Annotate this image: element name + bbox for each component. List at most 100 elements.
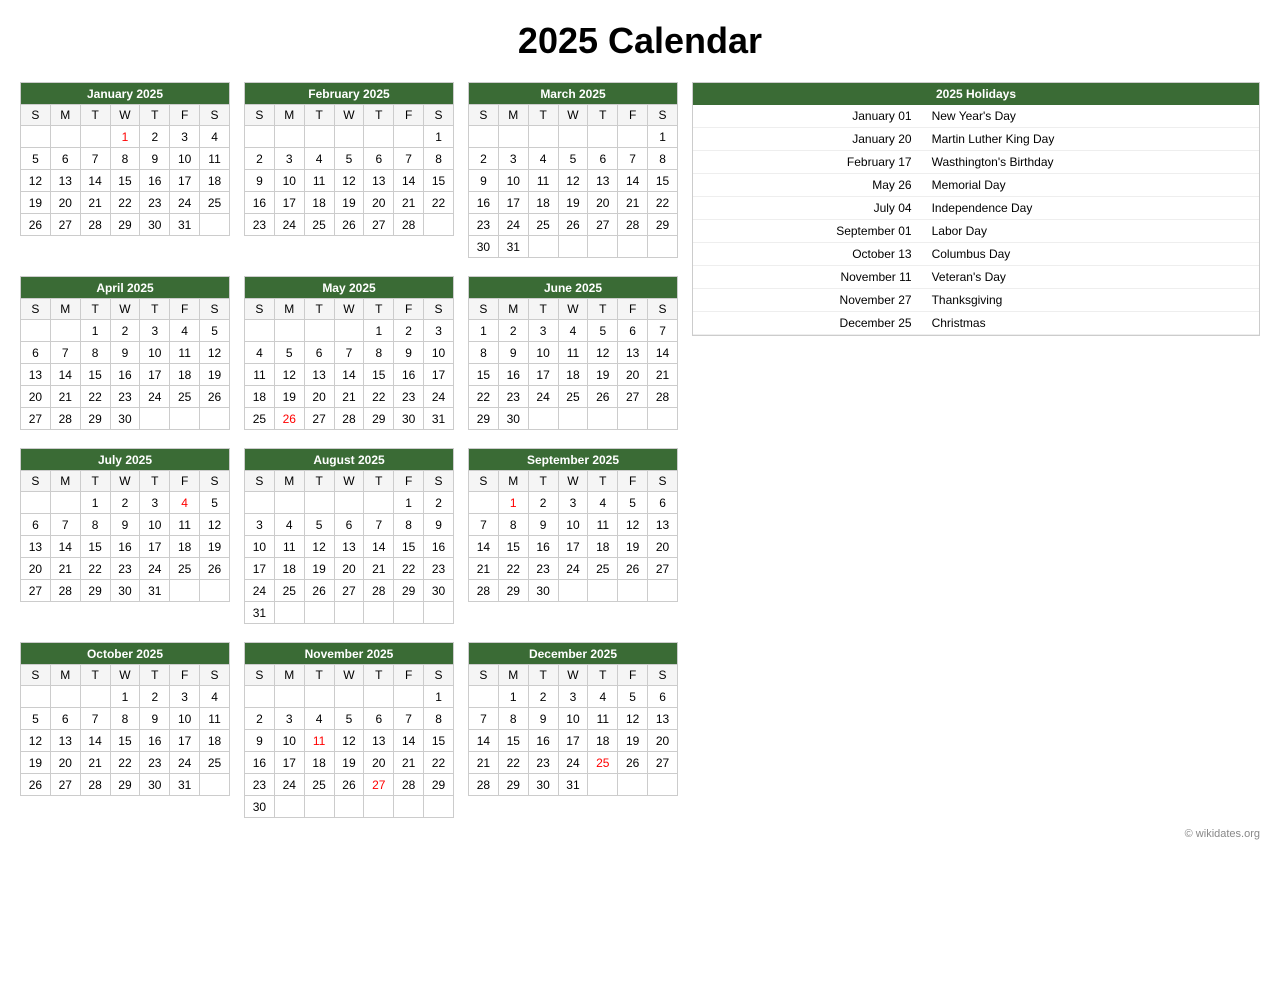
day-header: T — [304, 665, 334, 686]
date-cell: 22 — [498, 752, 528, 774]
date-cell: 20 — [21, 558, 51, 580]
date-cell: 6 — [50, 148, 80, 170]
month-header: December 2025 — [469, 643, 678, 665]
date-cell: 10 — [170, 708, 200, 730]
date-cell — [394, 796, 424, 818]
date-cell: 26 — [618, 752, 648, 774]
date-cell: 4 — [200, 126, 230, 148]
date-cell — [50, 320, 80, 342]
date-cell: 24 — [140, 386, 170, 408]
date-cell: 11 — [170, 342, 200, 364]
date-cell: 19 — [21, 752, 51, 774]
date-cell: 22 — [424, 192, 454, 214]
date-cell: 7 — [50, 342, 80, 364]
date-cell: 12 — [21, 730, 51, 752]
date-cell: 16 — [528, 536, 558, 558]
date-cell: 27 — [304, 408, 334, 430]
date-cell: 25 — [245, 408, 275, 430]
day-header: W — [110, 105, 140, 126]
date-cell: 28 — [334, 408, 364, 430]
date-cell: 18 — [245, 386, 275, 408]
day-header: F — [170, 105, 200, 126]
date-cell — [274, 686, 304, 708]
date-cell: 20 — [588, 192, 618, 214]
date-cell: 15 — [498, 536, 528, 558]
day-header: S — [424, 665, 454, 686]
date-cell: 3 — [274, 148, 304, 170]
date-cell: 18 — [200, 170, 230, 192]
date-cell: 17 — [170, 730, 200, 752]
day-header: S — [200, 471, 230, 492]
month-header: November 2025 — [245, 643, 454, 665]
date-cell — [364, 796, 394, 818]
date-cell: 2 — [469, 148, 499, 170]
date-cell: 22 — [110, 752, 140, 774]
date-cell — [618, 774, 648, 796]
date-cell: 13 — [21, 364, 51, 386]
date-cell: 14 — [469, 730, 499, 752]
date-cell: 28 — [648, 386, 678, 408]
date-cell — [394, 126, 424, 148]
date-cell: 20 — [364, 752, 394, 774]
date-cell: 2 — [140, 126, 170, 148]
day-header: W — [110, 299, 140, 320]
date-cell: 10 — [558, 708, 588, 730]
date-cell: 25 — [588, 558, 618, 580]
date-cell: 28 — [469, 580, 499, 602]
date-cell: 2 — [498, 320, 528, 342]
date-cell: 8 — [110, 708, 140, 730]
date-cell: 15 — [110, 170, 140, 192]
date-cell: 29 — [648, 214, 678, 236]
date-cell: 24 — [424, 386, 454, 408]
date-cell: 21 — [469, 558, 499, 580]
date-cell: 9 — [140, 148, 170, 170]
date-cell: 22 — [648, 192, 678, 214]
date-cell: 21 — [469, 752, 499, 774]
date-cell: 16 — [110, 364, 140, 386]
holiday-name: Memorial Day — [924, 174, 1259, 197]
month-header: July 2025 — [21, 449, 230, 471]
date-cell — [648, 774, 678, 796]
date-cell: 29 — [394, 580, 424, 602]
date-cell: 13 — [648, 708, 678, 730]
date-cell: 3 — [170, 126, 200, 148]
day-header: S — [21, 299, 51, 320]
date-cell: 19 — [558, 192, 588, 214]
date-cell: 10 — [424, 342, 454, 364]
month-february-2025: February 2025SMTWTFS12345678910111213141… — [244, 82, 454, 236]
date-cell: 16 — [245, 752, 275, 774]
date-cell: 14 — [648, 342, 678, 364]
date-cell: 10 — [140, 514, 170, 536]
date-cell: 14 — [394, 170, 424, 192]
day-header: T — [304, 471, 334, 492]
holiday-name: Veteran's Day — [924, 266, 1259, 289]
date-cell: 27 — [50, 774, 80, 796]
date-cell: 6 — [50, 708, 80, 730]
date-cell: 1 — [80, 492, 110, 514]
date-cell: 9 — [394, 342, 424, 364]
date-cell — [334, 492, 364, 514]
date-cell: 29 — [110, 774, 140, 796]
date-cell — [558, 126, 588, 148]
date-cell: 1 — [648, 126, 678, 148]
day-header: F — [170, 299, 200, 320]
date-cell: 25 — [200, 752, 230, 774]
day-header: M — [50, 299, 80, 320]
day-header: F — [170, 471, 200, 492]
date-cell: 8 — [424, 708, 454, 730]
date-cell: 26 — [21, 214, 51, 236]
date-cell: 13 — [21, 536, 51, 558]
day-header: M — [498, 105, 528, 126]
date-cell: 17 — [424, 364, 454, 386]
date-cell: 4 — [170, 492, 200, 514]
date-cell: 12 — [558, 170, 588, 192]
date-cell: 3 — [528, 320, 558, 342]
date-cell — [424, 214, 454, 236]
date-cell: 7 — [469, 708, 499, 730]
date-cell: 2 — [110, 492, 140, 514]
date-cell: 23 — [245, 774, 275, 796]
day-header: S — [648, 665, 678, 686]
date-cell: 13 — [304, 364, 334, 386]
date-cell: 14 — [469, 536, 499, 558]
date-cell: 20 — [648, 730, 678, 752]
